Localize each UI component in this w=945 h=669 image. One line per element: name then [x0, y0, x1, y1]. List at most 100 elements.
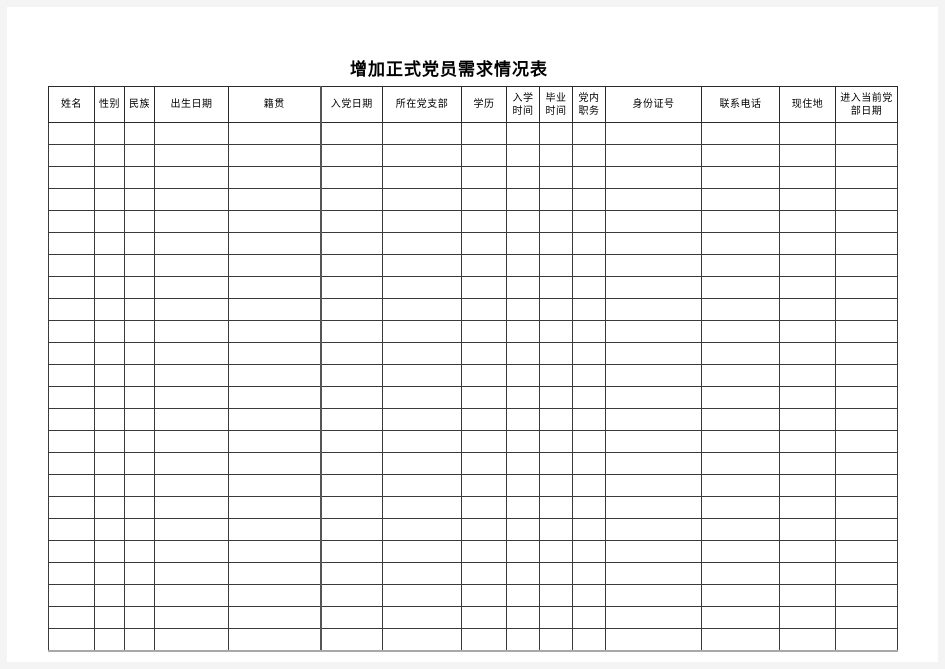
cell-ethnicity[interactable] [124, 342, 155, 365]
cell-current_address[interactable] [779, 320, 836, 343]
cell-phone[interactable] [701, 254, 780, 277]
cell-birth_date[interactable] [154, 386, 229, 409]
cell-birth_date[interactable] [154, 122, 229, 145]
cell-birth_date[interactable] [154, 408, 229, 431]
cell-native_place[interactable] [228, 452, 321, 475]
cell-name[interactable] [48, 210, 95, 233]
cell-id_number[interactable] [605, 166, 702, 189]
cell-enroll_time[interactable] [506, 518, 540, 541]
cell-join_branch_date[interactable] [835, 628, 898, 652]
cell-enroll_time[interactable] [506, 166, 540, 189]
cell-ethnicity[interactable] [124, 364, 155, 387]
cell-native_place[interactable] [228, 342, 321, 365]
cell-birth_date[interactable] [154, 232, 229, 255]
cell-education[interactable] [461, 496, 507, 519]
cell-join_branch_date[interactable] [835, 122, 898, 145]
cell-party_join_date[interactable] [319, 122, 383, 145]
cell-party_post[interactable] [572, 254, 606, 277]
cell-enroll_time[interactable] [506, 210, 540, 233]
cell-party_post[interactable] [572, 298, 606, 321]
cell-graduate_time[interactable] [539, 540, 573, 563]
cell-native_place[interactable] [228, 540, 321, 563]
cell-education[interactable] [461, 210, 507, 233]
cell-current_address[interactable] [779, 188, 836, 211]
cell-current_address[interactable] [779, 606, 836, 629]
cell-birth_date[interactable] [154, 474, 229, 497]
cell-party_post[interactable] [572, 166, 606, 189]
cell-join_branch_date[interactable] [835, 540, 898, 563]
cell-native_place[interactable] [228, 364, 321, 387]
cell-birth_date[interactable] [154, 166, 229, 189]
cell-birth_date[interactable] [154, 584, 229, 607]
cell-party_post[interactable] [572, 364, 606, 387]
cell-phone[interactable] [701, 496, 780, 519]
cell-native_place[interactable] [228, 144, 321, 167]
cell-current_address[interactable] [779, 452, 836, 475]
cell-name[interactable] [48, 430, 95, 453]
cell-party_post[interactable] [572, 628, 606, 652]
cell-gender[interactable] [94, 254, 125, 277]
cell-birth_date[interactable] [154, 430, 229, 453]
cell-party_branch[interactable] [382, 562, 462, 585]
cell-education[interactable] [461, 298, 507, 321]
cell-education[interactable] [461, 584, 507, 607]
cell-party_post[interactable] [572, 342, 606, 365]
cell-id_number[interactable] [605, 232, 702, 255]
cell-party_join_date[interactable] [319, 342, 383, 365]
cell-graduate_time[interactable] [539, 122, 573, 145]
cell-party_post[interactable] [572, 232, 606, 255]
cell-gender[interactable] [94, 408, 125, 431]
cell-enroll_time[interactable] [506, 540, 540, 563]
cell-current_address[interactable] [779, 474, 836, 497]
cell-education[interactable] [461, 254, 507, 277]
cell-graduate_time[interactable] [539, 584, 573, 607]
cell-join_branch_date[interactable] [835, 474, 898, 497]
cell-current_address[interactable] [779, 122, 836, 145]
cell-phone[interactable] [701, 144, 780, 167]
cell-native_place[interactable] [228, 628, 321, 652]
cell-party_join_date[interactable] [319, 562, 383, 585]
cell-party_branch[interactable] [382, 210, 462, 233]
cell-birth_date[interactable] [154, 496, 229, 519]
cell-party_join_date[interactable] [319, 540, 383, 563]
cell-graduate_time[interactable] [539, 298, 573, 321]
cell-id_number[interactable] [605, 628, 702, 652]
cell-gender[interactable] [94, 606, 125, 629]
cell-current_address[interactable] [779, 254, 836, 277]
cell-phone[interactable] [701, 364, 780, 387]
cell-join_branch_date[interactable] [835, 408, 898, 431]
cell-name[interactable] [48, 408, 95, 431]
cell-graduate_time[interactable] [539, 452, 573, 475]
cell-party_post[interactable] [572, 474, 606, 497]
cell-party_join_date[interactable] [319, 606, 383, 629]
cell-party_post[interactable] [572, 518, 606, 541]
cell-gender[interactable] [94, 144, 125, 167]
cell-graduate_time[interactable] [539, 166, 573, 189]
cell-join_branch_date[interactable] [835, 584, 898, 607]
cell-party_branch[interactable] [382, 408, 462, 431]
cell-phone[interactable] [701, 386, 780, 409]
cell-native_place[interactable] [228, 188, 321, 211]
cell-name[interactable] [48, 188, 95, 211]
cell-enroll_time[interactable] [506, 342, 540, 365]
cell-current_address[interactable] [779, 144, 836, 167]
cell-name[interactable] [48, 628, 95, 652]
cell-graduate_time[interactable] [539, 562, 573, 585]
cell-name[interactable] [48, 452, 95, 475]
cell-party_join_date[interactable] [319, 210, 383, 233]
cell-gender[interactable] [94, 122, 125, 145]
cell-gender[interactable] [94, 342, 125, 365]
cell-party_branch[interactable] [382, 496, 462, 519]
cell-education[interactable] [461, 518, 507, 541]
cell-graduate_time[interactable] [539, 606, 573, 629]
cell-id_number[interactable] [605, 298, 702, 321]
cell-party_post[interactable] [572, 386, 606, 409]
cell-graduate_time[interactable] [539, 518, 573, 541]
cell-gender[interactable] [94, 276, 125, 299]
cell-phone[interactable] [701, 122, 780, 145]
cell-id_number[interactable] [605, 496, 702, 519]
cell-gender[interactable] [94, 584, 125, 607]
cell-ethnicity[interactable] [124, 276, 155, 299]
cell-id_number[interactable] [605, 408, 702, 431]
cell-ethnicity[interactable] [124, 232, 155, 255]
